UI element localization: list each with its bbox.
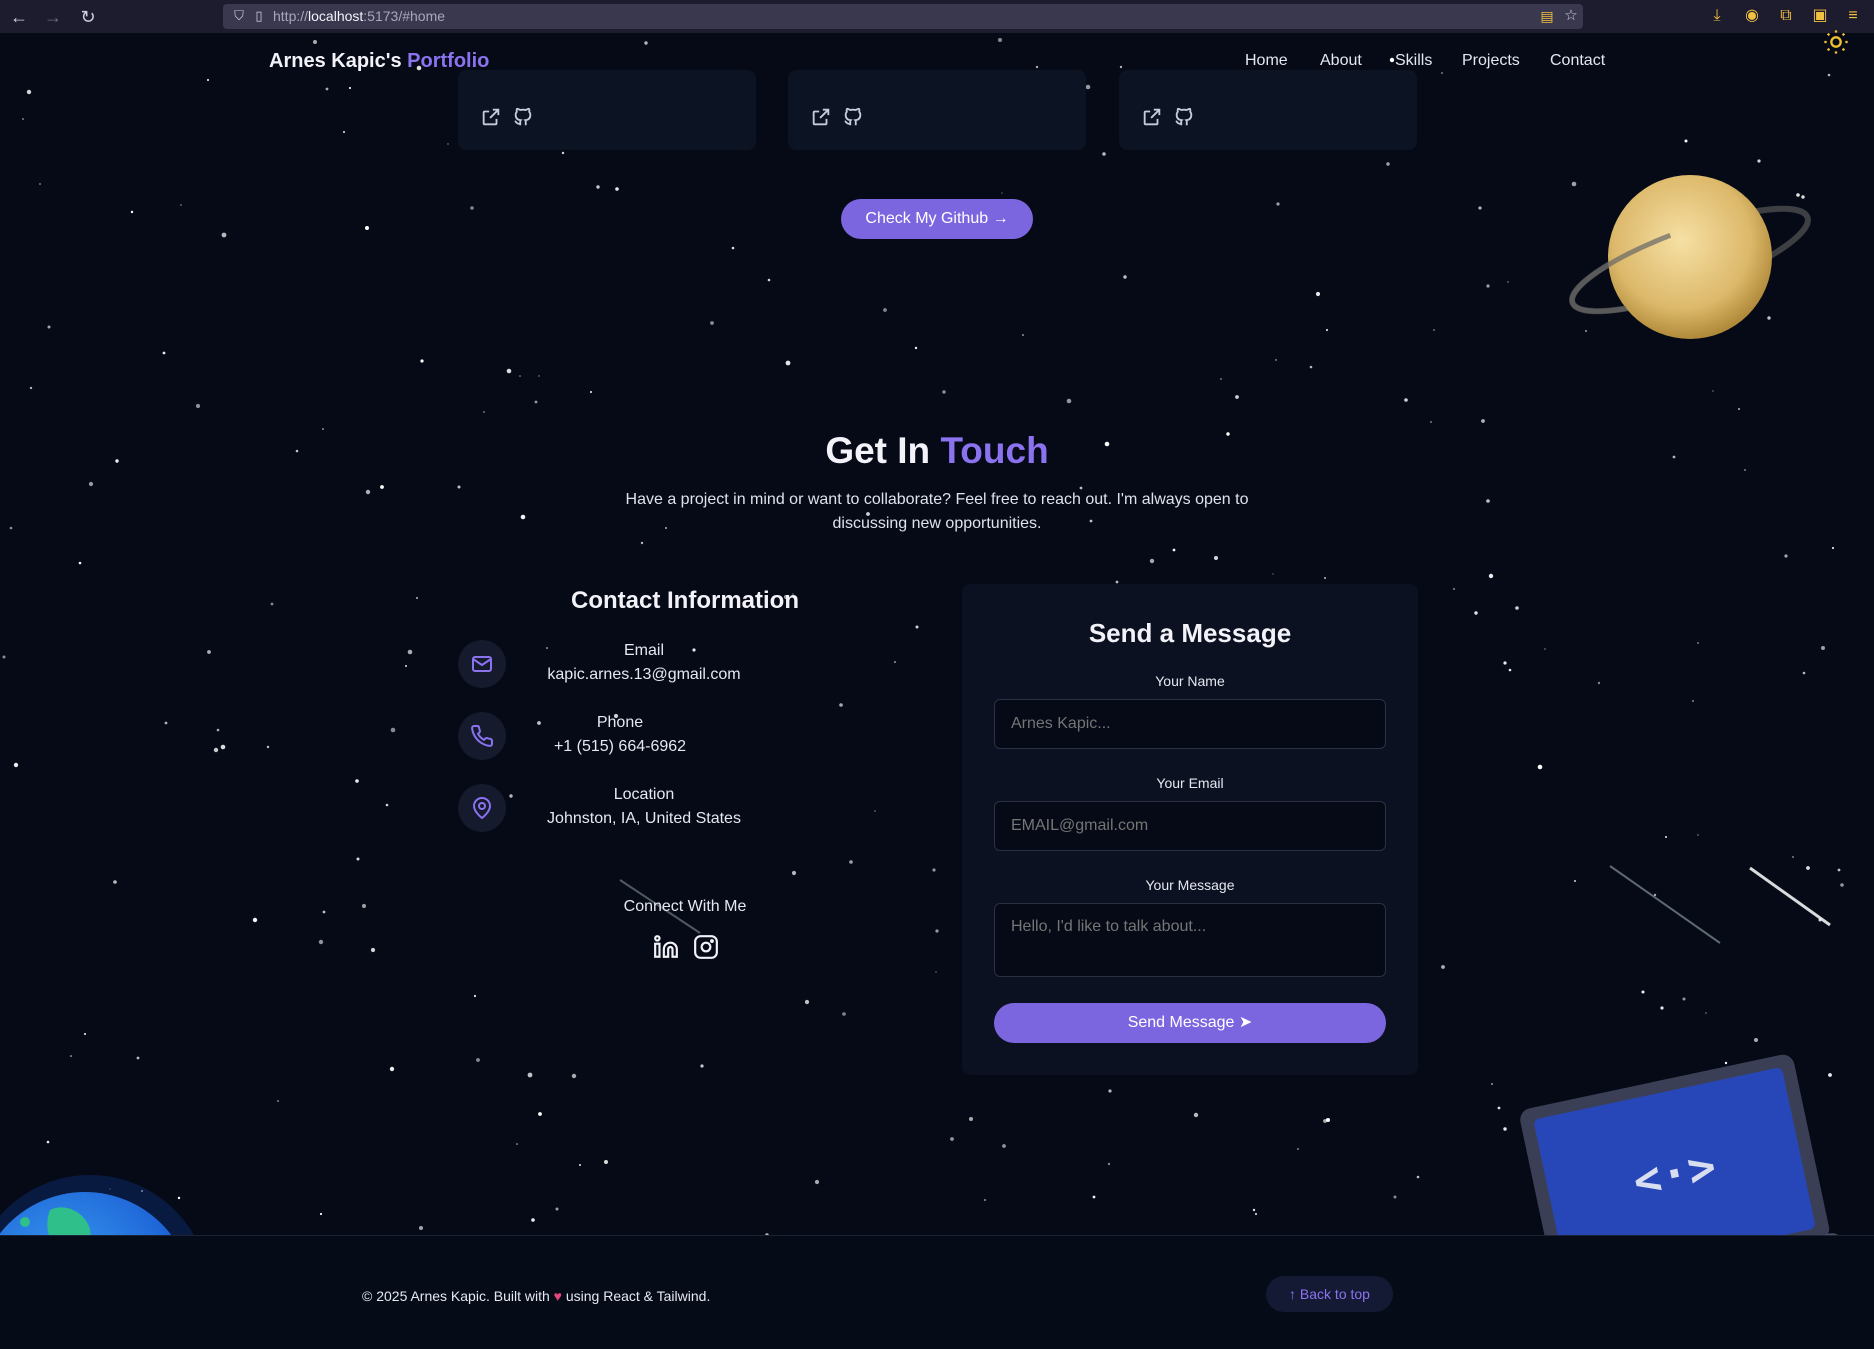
sun-icon[interactable]: [1822, 28, 1850, 56]
menu-icon[interactable]: ≡: [1843, 6, 1863, 26]
location-value: Johnston, IA, United States: [547, 810, 741, 827]
message-label: Your Message: [1145, 877, 1235, 893]
name-input[interactable]: [994, 699, 1386, 749]
browser-toolbar: ← → ↻ ⛉ ▯ http://localhost:5173/#home ▤ …: [0, 0, 1874, 33]
external-link-icon[interactable]: [810, 106, 832, 128]
form-title: Send a Message: [1088, 618, 1292, 648]
project-card: [788, 70, 1086, 150]
shield-icon: ⛉: [234, 8, 244, 23]
github-icon[interactable]: [1173, 106, 1195, 128]
forward-arrow-icon[interactable]: →: [42, 6, 64, 28]
sidebar-icon[interactable]: ▣: [1810, 6, 1830, 26]
account-icon[interactable]: ◉: [1742, 6, 1762, 26]
nav-home[interactable]: Home: [1245, 52, 1288, 70]
contact-item-email: Email kapic.arnes.13@gmail.com: [458, 638, 798, 698]
check-github-button[interactable]: Check My Github →: [841, 199, 1033, 239]
instagram-icon[interactable]: [693, 934, 719, 960]
message-textarea[interactable]: [994, 903, 1386, 977]
nav-about[interactable]: About: [1320, 52, 1362, 70]
section-subtitle: Have a project in mind or want to collab…: [625, 491, 1249, 532]
github-icon[interactable]: [512, 106, 534, 128]
contact-item-location: Location Johnston, IA, United States: [458, 782, 798, 842]
back-arrow-icon[interactable]: ←: [8, 6, 30, 28]
message-form: Send a Message Your Name Your Email Your…: [962, 584, 1418, 1075]
phone-icon: [458, 712, 506, 760]
nav-skills[interactable]: Skills: [1395, 52, 1432, 70]
contact-label: Location: [613, 786, 675, 803]
bookmark-star-icon[interactable]: ☆: [1561, 6, 1581, 26]
location-pin-icon: [458, 784, 506, 832]
connect-title: Connect With Me: [623, 898, 747, 915]
page-icon: ▯: [255, 8, 263, 23]
reload-icon[interactable]: ↻: [77, 6, 99, 28]
send-icon: ➤: [1238, 1014, 1253, 1031]
extensions-icon[interactable]: ⧉: [1776, 6, 1796, 26]
email-input[interactable]: [994, 801, 1386, 851]
contact-info-heading: Contact Information: [571, 587, 799, 614]
url-bar[interactable]: ⛉ ▯ http://localhost:5173/#home ▤ ☆: [223, 4, 1583, 29]
heart-icon: ♥: [553, 1288, 562, 1304]
brand-logo[interactable]: Arnes Kapic's Portfolio: [269, 50, 489, 73]
email-link[interactable]: kapic.arnes.13@gmail.com: [520, 666, 768, 684]
external-link-icon[interactable]: [1141, 106, 1163, 128]
saturn-planet-image: [1569, 175, 1811, 339]
reader-mode-icon[interactable]: ▤: [1537, 6, 1557, 26]
back-to-top-button[interactable]: ↑ Back to top: [1266, 1276, 1393, 1312]
email-label: Your Email: [1156, 775, 1224, 791]
section-title: Get In Touch: [825, 430, 1049, 471]
project-card: [458, 70, 756, 150]
github-icon[interactable]: [842, 106, 864, 128]
project-card: [1119, 70, 1417, 150]
nav-contact[interactable]: Contact: [1550, 52, 1605, 70]
phone-link[interactable]: +1 (515) 664-6962: [520, 738, 720, 756]
linkedin-icon[interactable]: [653, 934, 679, 960]
contact-label: Email: [623, 642, 664, 659]
download-icon[interactable]: ⤓: [1707, 6, 1727, 26]
send-message-button[interactable]: Send Message ➤: [994, 1003, 1386, 1043]
mail-icon: [458, 640, 506, 688]
nav-projects[interactable]: Projects: [1462, 52, 1520, 70]
name-label: Your Name: [1155, 673, 1225, 689]
contact-label: Phone: [596, 714, 644, 731]
copyright-text: © 2025 Arnes Kapic. Built with ♥ using R…: [362, 1288, 711, 1304]
arrow-up-icon: ↑: [1289, 1286, 1297, 1302]
url-text: http://localhost:5173/#home: [273, 8, 446, 24]
contact-item-phone: Phone +1 (515) 664-6962: [458, 710, 798, 770]
site-footer: © 2025 Arnes Kapic. Built with ♥ using R…: [0, 1235, 1874, 1349]
arrow-right-icon: →: [992, 210, 1009, 227]
external-link-icon[interactable]: [480, 106, 502, 128]
